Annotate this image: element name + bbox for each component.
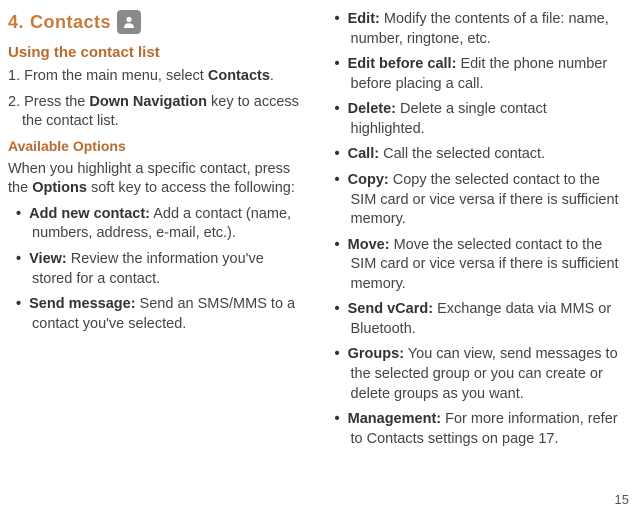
step-2: 2. Press the Down Navigation key to acce… <box>8 93 305 132</box>
step-text-pre: Press the <box>24 94 89 110</box>
bullet-text: Review the information you've stored for… <box>32 251 264 287</box>
subheading-using-contact-list: Using the contact list <box>8 44 305 61</box>
step-number: 2. <box>8 94 20 110</box>
bullet-add-new-contact: • Add new contact: Add a contact (name, … <box>8 205 305 244</box>
step-text-bold: Down Navigation <box>89 94 207 110</box>
step-number: 1. <box>8 68 20 84</box>
bullet-icon: • <box>16 206 29 222</box>
bullet-edit-before-call: • Edit before call: Edit the phone numbe… <box>327 55 624 94</box>
bullet-label: Delete: <box>348 101 396 117</box>
bullet-text: Modify the contents of a file: name, num… <box>351 11 609 47</box>
bullet-label: Groups: <box>348 346 404 362</box>
bullet-move: • Move: Move the selected contact to the… <box>327 236 624 295</box>
bullet-send-message: • Send message: Send an SMS/MMS to a con… <box>8 295 305 334</box>
bullet-icon: • <box>16 251 29 267</box>
bullet-icon: • <box>335 146 348 162</box>
step-text-pre: From the main menu, select <box>24 68 208 84</box>
step-text-post: . <box>270 68 274 84</box>
bullet-icon: • <box>335 411 348 427</box>
section-title: Contacts <box>30 12 111 33</box>
bullet-label: Send vCard: <box>348 301 433 317</box>
bullet-label: Copy: <box>348 172 389 188</box>
section-number: 4. <box>8 12 24 33</box>
bullet-icon: • <box>335 101 348 117</box>
bullet-icon: • <box>335 346 348 362</box>
bullet-icon: • <box>335 56 348 72</box>
bullet-view: • View: Review the information you've st… <box>8 250 305 289</box>
section-heading: 4. Contacts <box>8 10 305 34</box>
right-column: • Edit: Modify the contents of a file: n… <box>327 10 624 455</box>
contacts-icon <box>117 10 141 34</box>
bullet-label: View: <box>29 251 67 267</box>
bullet-management: • Management: For more information, refe… <box>327 410 624 449</box>
bullet-copy: • Copy: Copy the selected contact to the… <box>327 171 624 230</box>
bullet-label: Add new contact: <box>29 206 150 222</box>
bullet-text: Move the selected contact to the SIM car… <box>351 237 619 292</box>
step-1: 1. From the main menu, select Contacts. <box>8 67 305 87</box>
two-column-layout: 4. Contacts Using the contact list 1. Fr… <box>8 10 623 455</box>
bullet-label: Move: <box>348 237 390 253</box>
bullet-label: Send message: <box>29 296 135 312</box>
bullet-groups: • Groups: You can view, send messages to… <box>327 345 624 404</box>
bullet-icon: • <box>335 237 348 253</box>
page-number: 15 <box>615 492 629 507</box>
available-options-heading: Available Options <box>8 138 305 154</box>
bullet-text: Call the selected contact. <box>379 146 545 162</box>
bullet-edit: • Edit: Modify the contents of a file: n… <box>327 10 624 49</box>
bullet-label: Management: <box>348 411 441 427</box>
bullet-icon: • <box>335 301 348 317</box>
step-text-bold: Contacts <box>208 68 270 84</box>
left-column: 4. Contacts Using the contact list 1. Fr… <box>8 10 305 455</box>
bullet-label: Edit: <box>348 11 380 27</box>
bullet-icon: • <box>335 172 348 188</box>
bullet-label: Call: <box>348 146 379 162</box>
intro-bold: Options <box>32 180 87 196</box>
bullet-icon: • <box>16 296 29 312</box>
bullet-label: Edit before call: <box>348 56 457 72</box>
bullet-call: • Call: Call the selected contact. <box>327 145 624 165</box>
bullet-send-vcard: • Send vCard: Exchange data via MMS or B… <box>327 300 624 339</box>
bullet-delete: • Delete: Delete a single contact highli… <box>327 100 624 139</box>
bullet-icon: • <box>335 11 348 27</box>
intro-post: soft key to access the following: <box>87 180 295 196</box>
intro-paragraph: When you highlight a specific contact, p… <box>8 160 305 199</box>
bullet-text: Copy the selected contact to the SIM car… <box>351 172 619 227</box>
